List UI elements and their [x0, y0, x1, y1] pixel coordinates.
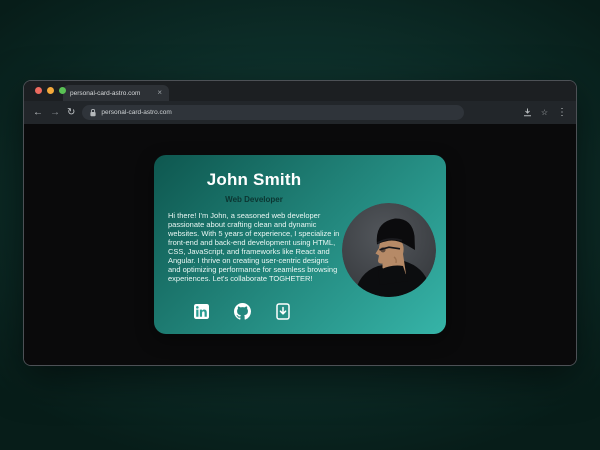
person-bio: Hi there! I'm John, a seasoned web devel…: [168, 211, 340, 283]
person-role: Web Developer: [168, 195, 340, 204]
person-name: John Smith: [168, 170, 340, 190]
reload-icon[interactable]: ↻: [67, 108, 75, 118]
profile-photo: [342, 203, 436, 297]
lock-icon: [90, 109, 96, 117]
download-page-icon[interactable]: [523, 108, 532, 117]
download-cv-icon: [276, 303, 290, 320]
minimize-window-button[interactable]: [47, 87, 54, 94]
tab-close-icon[interactable]: ×: [157, 89, 162, 97]
profile-card-text-column: John Smith Web Developer Hi there! I'm J…: [168, 167, 340, 322]
kebab-menu-icon[interactable]: ⋮: [557, 108, 567, 118]
tab-title: personal-card-astro.com: [70, 90, 153, 97]
github-icon: [234, 303, 251, 320]
page-content: John Smith Web Developer Hi there! I'm J…: [24, 124, 576, 365]
maximize-window-button[interactable]: [59, 87, 66, 94]
back-icon[interactable]: ←: [33, 108, 43, 118]
download-cv-link[interactable]: [276, 303, 290, 320]
social-links-row: [168, 303, 340, 320]
browser-window: personal-card-astro.com × ← → ↻ personal…: [23, 80, 577, 366]
profile-card: John Smith Web Developer Hi there! I'm J…: [154, 155, 446, 334]
forward-icon[interactable]: →: [50, 108, 60, 118]
github-link[interactable]: [234, 303, 251, 320]
profile-photo-illustration: [342, 203, 436, 297]
linkedin-link[interactable]: [194, 304, 209, 319]
browser-tab[interactable]: personal-card-astro.com ×: [63, 85, 169, 101]
window-controls: [35, 87, 66, 94]
url-text: personal-card-astro.com: [101, 109, 171, 116]
linkedin-icon: [194, 304, 209, 319]
nav-bar: ← → ↻ personal-card-astro.com ☆ ⋮: [24, 101, 576, 124]
tab-bar: personal-card-astro.com ×: [24, 81, 576, 101]
close-window-button[interactable]: [35, 87, 42, 94]
address-bar[interactable]: personal-card-astro.com: [82, 105, 464, 120]
bookmark-star-icon[interactable]: ☆: [541, 109, 548, 117]
